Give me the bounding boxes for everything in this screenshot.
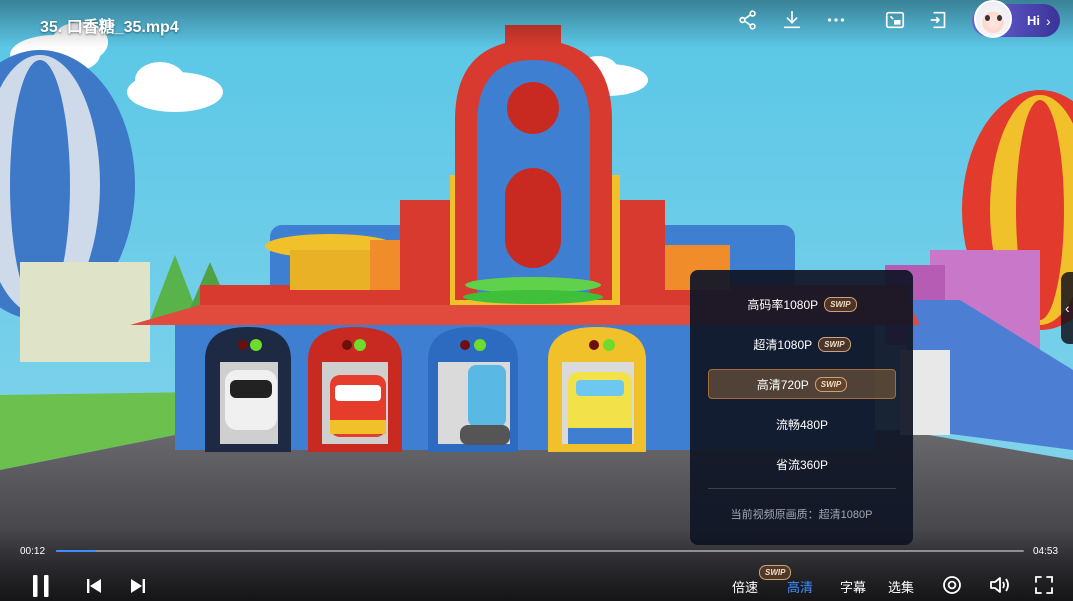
quality-menu: 高码率1080P SWIP 超清1080P SWIP 高清720P SWIP 流… [690,270,913,545]
progress-fill [56,550,96,552]
original-quality-note: 当前视频原画质：超清1080P [730,509,873,521]
skip-previous-icon [87,579,101,593]
menu-divider [708,488,896,489]
volume-button[interactable] [988,574,1012,596]
chevron-right-icon: › [1046,12,1051,29]
more-icon[interactable] [824,8,848,32]
swip-badge: SWIP [814,376,848,392]
swip-badge: SWIP [824,296,857,312]
next-button[interactable] [129,577,147,595]
side-panel-handle[interactable]: ‹ [1061,272,1073,344]
volume-icon [990,577,1009,593]
greeting-text: Hi [1027,13,1040,28]
chevron-left-icon: ‹ [1065,300,1070,316]
episodes-button[interactable]: 选集 [888,577,914,596]
previous-button[interactable] [85,577,103,595]
pause-button[interactable] [30,574,52,598]
share-icon[interactable] [736,8,760,32]
avatar[interactable] [974,0,1012,38]
quality-option-1080p[interactable]: 超清1080P SWIP [708,329,896,359]
video-title: 35. 口香糖_35.mp4 [40,19,179,36]
picture-in-picture-icon[interactable] [883,8,907,32]
fullscreen-button[interactable] [1033,574,1055,596]
quality-option-label: 省流360P [775,457,829,472]
user-greeting-pill[interactable]: Hi › [972,0,1060,38]
quality-option-label: 超清1080P [753,337,813,352]
quality-option-360p[interactable]: 省流360P [708,449,896,479]
quality-option-label: 流畅480P [775,417,829,432]
current-time: 00:12 [20,546,46,557]
swip-badge: SWIP [818,336,851,352]
quality-option-720p[interactable]: 高清720P SWIP [708,369,896,399]
video-player[interactable]: 35. 口香糖_35.mp4 Hi › ‹ 高码率1080P SWIP 超清10… [0,0,1073,601]
cast-icon[interactable] [927,8,951,32]
fullscreen-icon [1035,576,1053,594]
duration: 04:53 [1033,546,1059,557]
quality-option-480p[interactable]: 流畅480P [708,409,896,439]
subtitle-button[interactable]: 字幕 [840,577,866,596]
skip-next-icon [131,579,145,593]
quality-option-1080p-high-bitrate[interactable]: 高码率1080P SWIP [708,289,896,319]
quality-option-label: 高码率1080P [747,297,819,312]
quality-button[interactable]: 高清 [787,577,813,596]
danmaku-button[interactable] [941,574,963,596]
quality-option-label: 高清720P [756,377,809,392]
pause-icon [33,575,49,597]
speed-button[interactable]: 倍速 [732,577,758,596]
target-icon [943,576,961,594]
progress-bar[interactable] [56,550,1024,552]
download-icon[interactable] [780,8,804,32]
